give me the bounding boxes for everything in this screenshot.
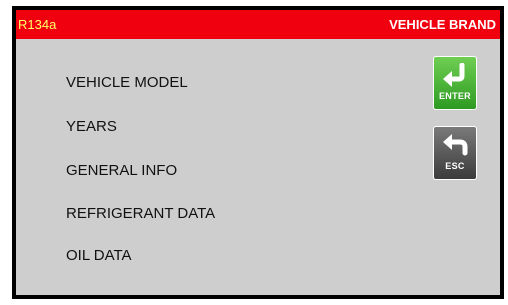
menu-item-oil-data[interactable]: OIL DATA [66,247,132,265]
title-bar: R134a VEHICLE BRAND [16,10,500,39]
enter-button[interactable]: ENTER [433,56,477,110]
menu-item-vehicle-model[interactable]: VEHICLE MODEL [66,74,188,92]
refrigerant-type-label: R134a [18,17,57,32]
esc-button-label: ESC [445,161,465,171]
menu-item-refrigerant-data[interactable]: REFRIGERANT DATA [66,205,215,223]
menu-item-years[interactable]: YEARS [66,118,117,136]
section-title: VEHICLE BRAND [389,17,496,32]
back-arrow-icon [443,134,468,156]
enter-button-label: ENTER [438,91,471,101]
enter-arrow-icon [443,63,465,87]
device-frame: R134a VEHICLE BRAND VEHICLE MODEL YEARS … [12,6,504,299]
menu-item-general-info[interactable]: GENERAL INFO [66,162,177,180]
screen: R134a VEHICLE BRAND VEHICLE MODEL YEARS … [16,10,500,295]
esc-button[interactable]: ESC [433,126,477,180]
